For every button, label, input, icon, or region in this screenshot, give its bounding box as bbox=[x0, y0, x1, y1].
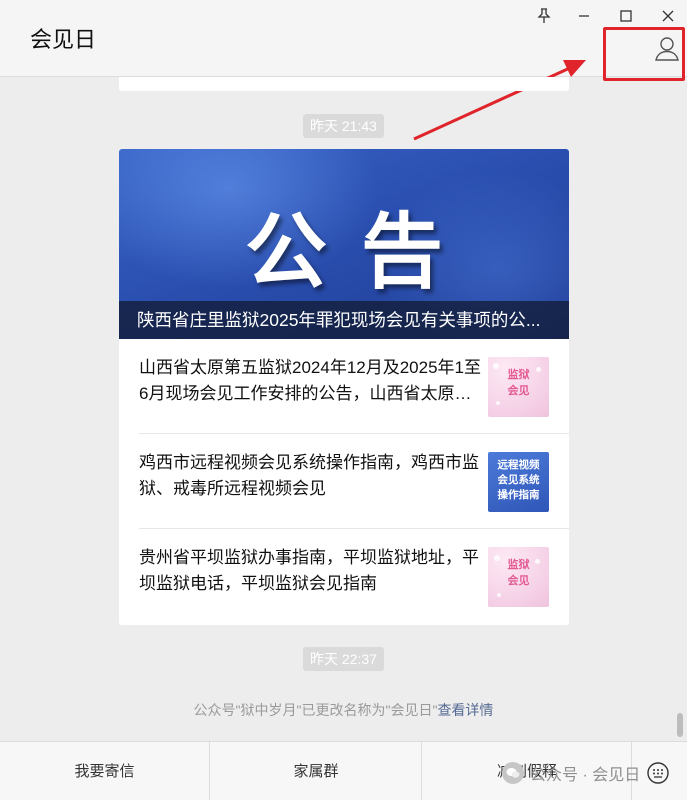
minimize-icon[interactable] bbox=[570, 4, 598, 28]
timestamp: 昨天 21:43 bbox=[303, 114, 384, 138]
thumbnail-text: 监狱 会见 bbox=[507, 369, 530, 397]
previous-message-card bbox=[119, 77, 569, 91]
annotation-highlight-box bbox=[603, 27, 685, 81]
list-item[interactable]: 鸡西市远程视频会见系统操作指南，鸡西市监狱、戒毒所远程视频会见 远程视频 会见系统… bbox=[119, 434, 569, 529]
menu-send-letter[interactable]: 我要寄信 bbox=[0, 742, 210, 800]
list-item[interactable]: 贵州省平坝监狱办事指南，平坝监狱地址，平坝监狱电话，平坝监狱会见指南 监狱 会见 bbox=[119, 529, 569, 624]
close-icon[interactable] bbox=[654, 4, 682, 28]
thumbnail-image: 远程视频 会见系统 操作指南 bbox=[488, 452, 549, 512]
system-message: 公众号"狱中岁月"已更改名称为"会见日"查看详情 bbox=[0, 700, 687, 720]
title-bar: 会见日 bbox=[0, 0, 687, 77]
thumbnail-text: 远程视频 会见系统 操作指南 bbox=[497, 459, 540, 501]
list-item-title: 山西省太原第五监狱2024年12月及2025年1至6月现场会见工作安排的公告，山… bbox=[139, 358, 481, 403]
article-banner[interactable]: 公告 陕西省庄里监狱2025年罪犯现场会见有关事项的公... bbox=[119, 149, 569, 339]
watermark: 公众号 · 会见日 bbox=[502, 760, 640, 786]
scrollbar[interactable] bbox=[677, 713, 683, 737]
system-message-text: 公众号"狱中岁月"已更改名称为"会见日" bbox=[193, 702, 438, 718]
pin-icon[interactable] bbox=[530, 4, 558, 28]
banner-word: 公告 bbox=[244, 204, 477, 300]
maximize-icon[interactable] bbox=[612, 4, 640, 28]
thumbnail-image: 监狱 会见 bbox=[488, 547, 549, 607]
timestamp: 昨天 22:37 bbox=[303, 647, 384, 671]
wechat-logo-icon bbox=[502, 762, 524, 784]
thumbnail-text: 监狱 会见 bbox=[507, 559, 530, 587]
list-item-title: 鸡西市远程视频会见系统操作指南，鸡西市监狱、戒毒所远程视频会见 bbox=[139, 453, 479, 498]
banner-caption: 陕西省庄里监狱2025年罪犯现场会见有关事项的公... bbox=[119, 301, 569, 339]
chat-title: 会见日 bbox=[30, 27, 97, 52]
list-item-title: 贵州省平坝监狱办事指南，平坝监狱地址，平坝监狱电话，平坝监狱会见指南 bbox=[139, 548, 479, 593]
keyboard-icon[interactable] bbox=[645, 760, 671, 786]
watermark-text: 公众号 · 会见日 bbox=[530, 767, 641, 784]
view-details-link[interactable]: 查看详情 bbox=[437, 702, 493, 718]
menu-family-group[interactable]: 家属群 bbox=[211, 742, 422, 800]
thumbnail-image: 监狱 会见 bbox=[488, 357, 549, 417]
article-card[interactable]: 公告 陕西省庄里监狱2025年罪犯现场会见有关事项的公... 山西省太原第五监狱… bbox=[119, 149, 569, 625]
list-item[interactable]: 山西省太原第五监狱2024年12月及2025年1至6月现场会见工作安排的公告，山… bbox=[119, 339, 569, 434]
